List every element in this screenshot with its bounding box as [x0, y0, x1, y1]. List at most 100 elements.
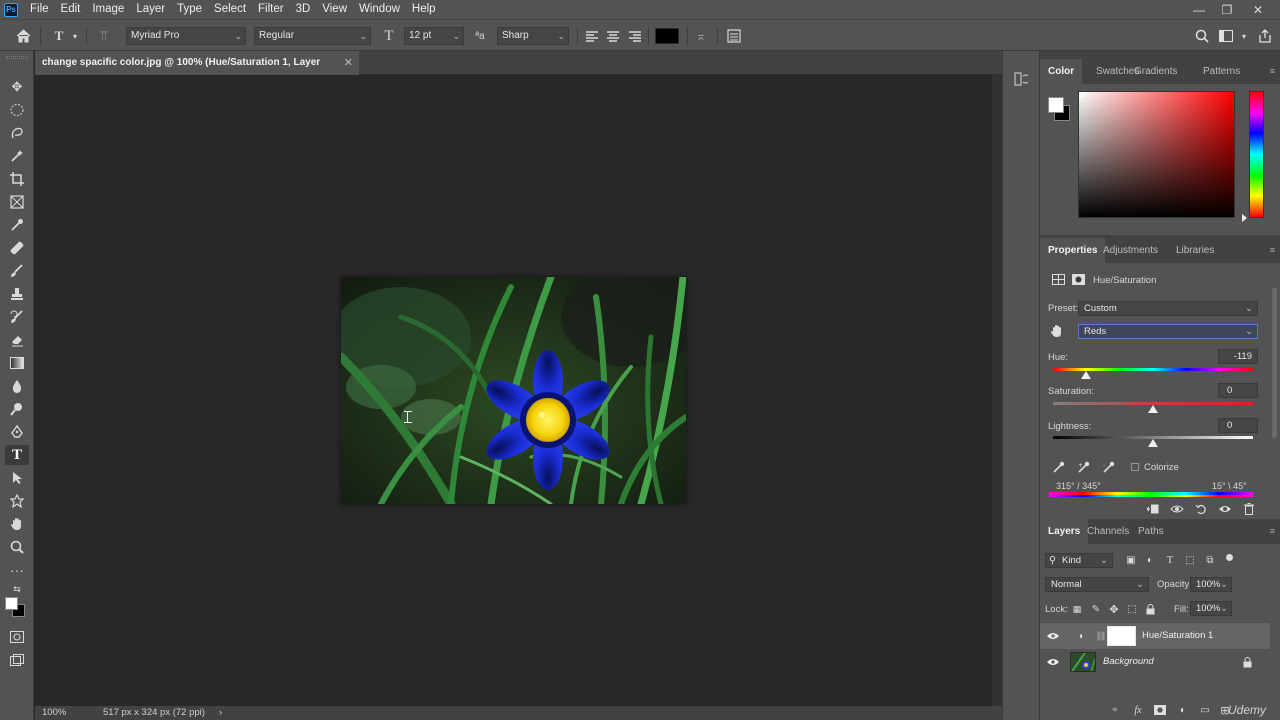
- filter-shape-icon[interactable]: ⬚: [1181, 551, 1199, 569]
- saturation-slider-thumb[interactable]: [1148, 405, 1158, 413]
- foreground-color-chip[interactable]: [1048, 97, 1064, 113]
- close-window-button[interactable]: ✕: [1243, 0, 1273, 19]
- saturation-input[interactable]: 0: [1218, 383, 1258, 398]
- visibility-eye-icon[interactable]: [1044, 653, 1062, 671]
- panel-menu-icon[interactable]: ≡: [1270, 66, 1275, 76]
- panel-grip[interactable]: [6, 56, 28, 59]
- filter-toggle-icon[interactable]: [1226, 554, 1233, 561]
- clip-to-layer-icon[interactable]: [1144, 500, 1162, 518]
- zoom-tool-icon[interactable]: [5, 537, 29, 557]
- vertical-scrollbar[interactable]: [992, 75, 1002, 706]
- menu-layer[interactable]: Layer: [130, 0, 171, 19]
- hand-tool-icon[interactable]: [5, 514, 29, 534]
- document-tab[interactable]: change spacific color.jpg @ 100% (Hue/Sa…: [35, 51, 359, 92]
- view-previous-state-icon[interactable]: [1168, 500, 1186, 518]
- workspace-icon[interactable]: [1217, 27, 1235, 45]
- tab-adjustments[interactable]: Adjustments: [1095, 238, 1166, 263]
- add-mask-icon[interactable]: [1151, 701, 1169, 719]
- opacity-input[interactable]: 100% ⌄: [1190, 577, 1232, 592]
- fill-input[interactable]: 100% ⌄: [1190, 601, 1232, 616]
- layer-mask-thumbnail[interactable]: [1107, 626, 1136, 646]
- lightness-input[interactable]: 0: [1218, 418, 1258, 433]
- gradient-tool-icon[interactable]: [5, 353, 29, 373]
- lock-all-icon[interactable]: [1141, 600, 1159, 618]
- canvas[interactable]: [35, 75, 992, 706]
- share-icon[interactable]: [1256, 27, 1274, 45]
- eyedropper-plus-icon[interactable]: +: [1075, 458, 1093, 476]
- search-icon[interactable]: [1193, 27, 1211, 45]
- dodge-tool-icon[interactable]: [5, 399, 29, 419]
- lightness-slider-thumb[interactable]: [1148, 439, 1158, 447]
- chevron-down-icon[interactable]: ▾: [66, 27, 84, 45]
- fx-icon[interactable]: fx: [1129, 701, 1147, 719]
- hue-slider-thumb[interactable]: [1081, 371, 1092, 379]
- preset-select[interactable]: Custom ⌄: [1078, 301, 1258, 316]
- frame-tool-icon[interactable]: [5, 192, 29, 212]
- path-selection-tool-icon[interactable]: [5, 468, 29, 488]
- tab-paths[interactable]: Paths: [1130, 519, 1172, 544]
- layer-row[interactable]: ◐ ⛓ Hue/Saturation 1: [1040, 623, 1270, 649]
- move-tool-icon[interactable]: ✥: [5, 77, 29, 97]
- layer-filter-select[interactable]: ⚲ Kind ⌄: [1045, 553, 1113, 568]
- font-family-select[interactable]: Myriad Pro ⌄: [126, 27, 246, 45]
- text-orientation-icon[interactable]: ⫪: [95, 27, 113, 45]
- chevron-right-icon[interactable]: ›: [219, 707, 222, 718]
- blur-tool-icon[interactable]: [5, 376, 29, 396]
- tab-patterns[interactable]: Patterns: [1195, 59, 1248, 84]
- colorize-checkbox[interactable]: [1131, 463, 1139, 471]
- chevron-down-icon[interactable]: ▾: [1235, 27, 1253, 45]
- font-style-select[interactable]: Regular ⌄: [254, 27, 371, 45]
- marquee-tool-icon[interactable]: [5, 100, 29, 120]
- tab-gradients[interactable]: Gradients: [1126, 59, 1185, 84]
- clone-stamp-tool-icon[interactable]: [5, 284, 29, 304]
- tab-libraries[interactable]: Libraries: [1168, 238, 1222, 263]
- new-adjustment-layer-icon[interactable]: ◐: [1174, 701, 1192, 719]
- menu-select[interactable]: Select: [208, 0, 252, 19]
- text-color-swatch[interactable]: [655, 28, 679, 44]
- targeted-adjustment-hand-icon[interactable]: [1048, 322, 1066, 340]
- layer-name[interactable]: Hue/Saturation 1: [1142, 623, 1213, 649]
- channel-select[interactable]: Reds ⌄: [1078, 324, 1258, 339]
- hue-strip-marker[interactable]: [1242, 214, 1247, 222]
- panel-menu-icon[interactable]: ≡: [1270, 245, 1275, 255]
- hue-input[interactable]: -119: [1218, 349, 1258, 364]
- menu-view[interactable]: View: [316, 0, 353, 19]
- lock-transparent-pixels-icon[interactable]: ▦: [1068, 600, 1086, 618]
- visibility-eye-icon[interactable]: [1044, 627, 1062, 645]
- lock-artboard-icon[interactable]: ⬚: [1123, 600, 1141, 618]
- tab-channels[interactable]: Channels: [1079, 519, 1137, 544]
- blend-mode-select[interactable]: Normal ⌄: [1045, 577, 1149, 592]
- healing-brush-tool-icon[interactable]: [5, 238, 29, 258]
- menu-edit[interactable]: Edit: [55, 0, 87, 19]
- eraser-tool-icon[interactable]: [5, 330, 29, 350]
- close-icon[interactable]: ✕: [344, 51, 353, 75]
- lock-position-icon[interactable]: ✥: [1105, 600, 1123, 618]
- screen-mode-icon[interactable]: [5, 650, 29, 670]
- layer-mask-icon[interactable]: [1069, 270, 1087, 288]
- warp-text-icon[interactable]: ⌅: [692, 27, 710, 45]
- hue-strip[interactable]: [1249, 91, 1264, 218]
- foreground-color-swatch[interactable]: [5, 597, 18, 610]
- home-icon[interactable]: [14, 27, 32, 45]
- lock-image-pixels-icon[interactable]: ✎: [1087, 600, 1105, 618]
- link-layers-icon[interactable]: ⚭: [1106, 701, 1124, 719]
- align-left-icon[interactable]: [583, 27, 601, 45]
- menu-type[interactable]: Type: [171, 0, 208, 19]
- menu-window[interactable]: Window: [353, 0, 406, 19]
- eyedropper-minus-icon[interactable]: -: [1100, 458, 1118, 476]
- layer-name[interactable]: Background: [1103, 649, 1154, 675]
- panel-menu-icon[interactable]: ≡: [1270, 526, 1275, 536]
- adjustment-layer-icon[interactable]: [1049, 270, 1067, 288]
- new-group-icon[interactable]: ▭: [1196, 701, 1214, 719]
- trash-icon[interactable]: [1240, 500, 1258, 518]
- font-size-select[interactable]: 12 pt ⌄: [404, 27, 464, 45]
- quick-mask-icon[interactable]: [5, 627, 29, 647]
- menu-image[interactable]: Image: [86, 0, 130, 19]
- align-right-icon[interactable]: [626, 27, 644, 45]
- character-panel-icon[interactable]: [725, 27, 743, 45]
- restore-button[interactable]: ❐: [1212, 0, 1242, 19]
- layer-thumbnail[interactable]: [1070, 652, 1096, 672]
- antialias-select[interactable]: Sharp ⌄: [497, 27, 569, 45]
- edit-toolbar-icon[interactable]: ···: [5, 560, 29, 580]
- lasso-tool-icon[interactable]: [5, 123, 29, 143]
